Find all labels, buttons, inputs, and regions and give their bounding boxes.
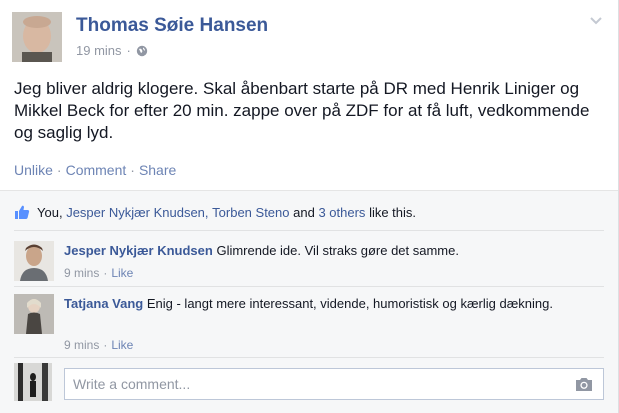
comment-input[interactable]	[65, 369, 545, 399]
chevron-down-icon[interactable]	[588, 12, 604, 28]
commenter-avatar[interactable]	[14, 241, 54, 281]
likes-others-link[interactable]: 3 others	[318, 205, 365, 220]
comment-item: Jesper Nykjær Knudsen Glimrende ide. Vil…	[14, 241, 604, 285]
author-avatar[interactable]	[12, 12, 62, 62]
comment-author[interactable]: Jesper Nykjær Knudsen	[64, 243, 213, 258]
likes-and: and	[293, 204, 315, 220]
commenter-avatar[interactable]	[14, 294, 54, 334]
comment-input-box[interactable]	[64, 368, 604, 400]
share-link[interactable]: Share	[139, 162, 176, 178]
divider	[14, 357, 604, 358]
thumbs-up-icon	[15, 205, 30, 219]
comment-text: Enig - langt mere interessant, vidende, …	[146, 296, 553, 311]
feedback-section: You, Jesper Nykjær Knudsen, Torben Steno…	[0, 190, 618, 413]
post-actions: Unlike · Comment · Share	[14, 162, 177, 178]
comment-author[interactable]: Tatjana Vang	[64, 296, 143, 311]
comment-link[interactable]: Comment	[66, 162, 127, 178]
like-person-link[interactable]: Jesper Nykjær Knudsen,	[66, 205, 208, 220]
comment-composer	[14, 361, 604, 401]
unlike-link[interactable]: Unlike	[14, 162, 53, 178]
like-person-link[interactable]: Torben Steno	[212, 205, 289, 220]
divider	[14, 230, 604, 231]
comment-like-link[interactable]: Like	[111, 338, 133, 352]
comment-text-row: Jesper Nykjær Knudsen Glimrende ide. Vil…	[64, 241, 584, 260]
comment-timestamp[interactable]: 9 mins	[64, 266, 99, 280]
feed-story: Thomas Søie Hansen 19 mins · Jeg bliver …	[0, 0, 619, 413]
likes-you: You,	[37, 204, 63, 220]
post-body: Jeg bliver aldrig klogere. Skal åbenbart…	[14, 79, 590, 142]
post-timestamp[interactable]: 19 mins	[76, 43, 122, 58]
viewer-avatar	[14, 363, 52, 401]
comment-text-row: Tatjana Vang Enig - langt mere interessa…	[64, 294, 584, 313]
comment-meta: 9 mins · Like	[64, 266, 134, 280]
likes-sentence: You, Jesper Nykjær Knudsen, Torben Steno…	[14, 204, 416, 220]
divider	[14, 286, 604, 287]
comment-timestamp[interactable]: 9 mins	[64, 338, 99, 352]
comment-item: Tatjana Vang Enig - langt mere interessa…	[14, 294, 604, 354]
comment-text: Glimrende ide. Vil straks gøre det samme…	[216, 243, 459, 258]
post-meta: 19 mins ·	[76, 43, 148, 58]
likes-suffix: like this.	[369, 204, 417, 220]
globe-icon[interactable]	[136, 45, 148, 57]
post-author-name[interactable]: Thomas Søie Hansen	[76, 15, 268, 37]
comment-meta: 9 mins · Like	[64, 338, 134, 352]
comment-like-link[interactable]: Like	[111, 266, 133, 280]
camera-icon[interactable]	[575, 376, 593, 392]
